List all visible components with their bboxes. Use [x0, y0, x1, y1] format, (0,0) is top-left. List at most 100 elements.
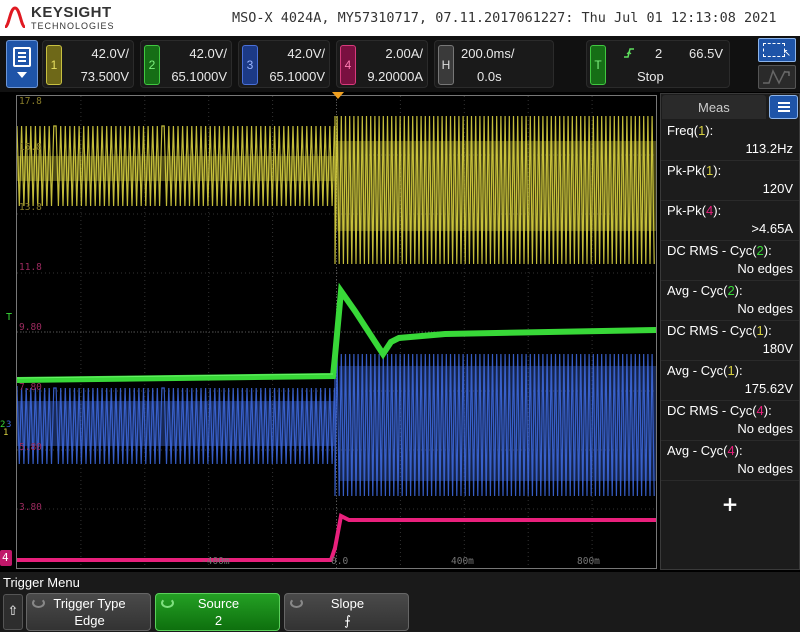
keysight-logo: KEYSIGHT TECHNOLOGIES — [4, 2, 134, 34]
measurement-row[interactable]: Avg - Cyc(4): No edges — [661, 441, 799, 481]
time-label: 800m — [577, 556, 600, 567]
measurement-row[interactable]: DC RMS - Cyc(4): No edges — [661, 401, 799, 441]
softkey-bar: Trigger Menu ⇧ Trigger Type Edge Source … — [0, 572, 800, 632]
menu-icon — [13, 47, 31, 67]
channel-3-box[interactable]: 3 42.0V/ 65.1000V — [238, 40, 330, 88]
softkey-source[interactable]: Source 2 — [155, 593, 280, 631]
measurement-name: Avg - Cyc(4): — [667, 443, 743, 458]
measurement-label: DC RMS - Cyc( — [667, 403, 757, 418]
measurement-label-close: ): — [763, 243, 772, 258]
measurement-value: 175.62V — [744, 381, 793, 396]
measurement-channel: 2 — [727, 283, 735, 298]
add-measurement-button[interactable]: + — [661, 489, 799, 519]
measurement-channel: 1 — [727, 363, 735, 378]
measurement-row[interactable]: DC RMS - Cyc(1): 180V — [661, 321, 799, 361]
channel-bar: 1 42.0V/ 73.500V 2 42.0V/ 65.1000V 3 42.… — [0, 36, 800, 92]
level-label: 7.80 — [19, 382, 42, 393]
back-button[interactable]: ⇧ — [3, 594, 23, 630]
horizontal-scale: 200.0ms/ — [461, 46, 515, 61]
waveform-display[interactable]: 17.8 15.8 13.8 11.8 9.80 7.80 5.80 3.80 … — [16, 95, 657, 569]
level-label: 15.8 — [19, 142, 42, 153]
trigger-tag: T — [590, 45, 606, 85]
select-zoom-button[interactable]: ↖ — [758, 38, 796, 62]
measurement-row[interactable]: Pk-Pk(1): 120V — [661, 161, 799, 201]
measurement-value: >4.65A — [751, 221, 793, 236]
channel-4-box[interactable]: 4 2.00A/ 9.20000A — [336, 40, 428, 88]
level-label: 9.80 — [19, 322, 42, 333]
measurement-channel: 4 — [727, 443, 735, 458]
softkey-value: ⨍ — [344, 613, 351, 628]
softkey-value: 2 — [214, 613, 223, 628]
measurement-value: No edges — [737, 261, 793, 276]
measurement-row[interactable]: Avg - Cyc(2): No edges — [661, 281, 799, 321]
measurement-value: No edges — [737, 301, 793, 316]
measurement-row[interactable]: Freq(1): 113.2Hz — [661, 121, 799, 161]
menu-title: Trigger Menu — [3, 575, 80, 590]
measurement-value: 180V — [762, 341, 793, 356]
measurement-name: DC RMS - Cyc(1): — [667, 323, 772, 338]
brand-name: KEYSIGHT — [31, 4, 112, 21]
measurement-row[interactable]: DC RMS - Cyc(2): No edges — [661, 241, 799, 281]
chevron-down-icon — [17, 72, 27, 78]
measurement-label: Avg - Cyc( — [667, 363, 728, 378]
channel-2-scale: 42.0V/ — [189, 46, 227, 61]
measurement-row[interactable]: Avg - Cyc(1): 175.62V — [661, 361, 799, 401]
trigger-level-marker[interactable]: T — [6, 312, 12, 323]
softkey-label: Trigger Type — [53, 596, 126, 611]
softkey-label: Source — [197, 596, 240, 611]
display-mode-icons: ↖ — [758, 38, 798, 90]
channel-2-box[interactable]: 2 42.0V/ 65.1000V — [140, 40, 232, 88]
time-label: -400m — [201, 556, 230, 567]
measurement-name: Freq(1): — [667, 123, 713, 138]
channel-2-offset: 65.1000V — [171, 69, 227, 84]
channel-3-tag: 3 — [242, 45, 258, 85]
level-label: 17.8 — [19, 96, 42, 107]
channel-3-scale: 42.0V/ — [287, 46, 325, 61]
measurement-label-close: ): — [763, 403, 772, 418]
channel-1-box[interactable]: 1 42.0V/ 73.500V — [42, 40, 134, 88]
acquisition-status: Stop — [637, 69, 664, 84]
measurement-label-close: ): — [763, 323, 772, 338]
trigger-box[interactable]: T 2 66.5V Stop — [586, 40, 730, 88]
channel-4-offset: 9.20000A — [367, 69, 423, 84]
instrument-info: MSO-X 4024A, MY57310717, 07.11.201706122… — [232, 10, 777, 26]
softkey-trigger-type[interactable]: Trigger Type Edge — [26, 593, 151, 631]
channel-4-ground-marker[interactable]: 4 — [0, 550, 12, 566]
measurement-value: 120V — [762, 181, 793, 196]
horizontal-box[interactable]: H 200.0ms/ 0.0s — [434, 40, 554, 88]
measurement-name: Avg - Cyc(1): — [667, 363, 743, 378]
meas-list-button[interactable] — [769, 95, 798, 119]
measurement-channel: 2 — [756, 243, 764, 258]
trigger-source: 2 — [655, 46, 663, 61]
measurement-value: No edges — [737, 421, 793, 436]
channel-3-offset: 65.1000V — [269, 69, 325, 84]
main-menu-button[interactable] — [6, 40, 38, 88]
time-label: 400m — [451, 556, 474, 567]
measurement-label-close: ): — [713, 163, 722, 178]
measurement-label-close: ): — [713, 203, 722, 218]
measurement-row[interactable]: Pk-Pk(4): >4.65A — [661, 201, 799, 241]
measurement-label: Avg - Cyc( — [667, 283, 728, 298]
trigger-position-marker[interactable] — [332, 92, 344, 100]
waveform-zoom-icon — [763, 69, 790, 85]
measurement-label-close: ): — [734, 443, 743, 458]
measurement-name: DC RMS - Cyc(4): — [667, 403, 772, 418]
channel-1-ground-marker[interactable]: 1 — [3, 428, 8, 438]
measurement-panel: Meas Freq(1): 113.2Hz Pk-Pk(1): 120V Pk-Pk(4… — [660, 93, 800, 570]
softkey-slope[interactable]: Slope ⨍ — [284, 593, 409, 631]
measurement-label-close: ): — [705, 123, 714, 138]
channel-1-scale: 42.0V/ — [91, 46, 129, 61]
meas-tab[interactable]: Meas — [662, 95, 766, 119]
measurement-label: Pk-Pk( — [667, 163, 706, 178]
channel-4-marker-label: 4 — [2, 551, 9, 564]
measurement-value: 113.2Hz — [745, 141, 793, 156]
measurement-label: Freq( — [667, 123, 699, 138]
measurement-label: DC RMS - Cyc( — [667, 243, 757, 258]
softkey-label: Slope — [330, 596, 365, 611]
measurement-label: DC RMS - Cyc( — [667, 323, 757, 338]
measurement-name: Avg - Cyc(2): — [667, 283, 743, 298]
measurement-label: Avg - Cyc( — [667, 443, 728, 458]
measurement-label-close: ): — [734, 283, 743, 298]
measurement-label-close: ): — [734, 363, 743, 378]
waveform-zoom-button[interactable] — [758, 65, 796, 89]
